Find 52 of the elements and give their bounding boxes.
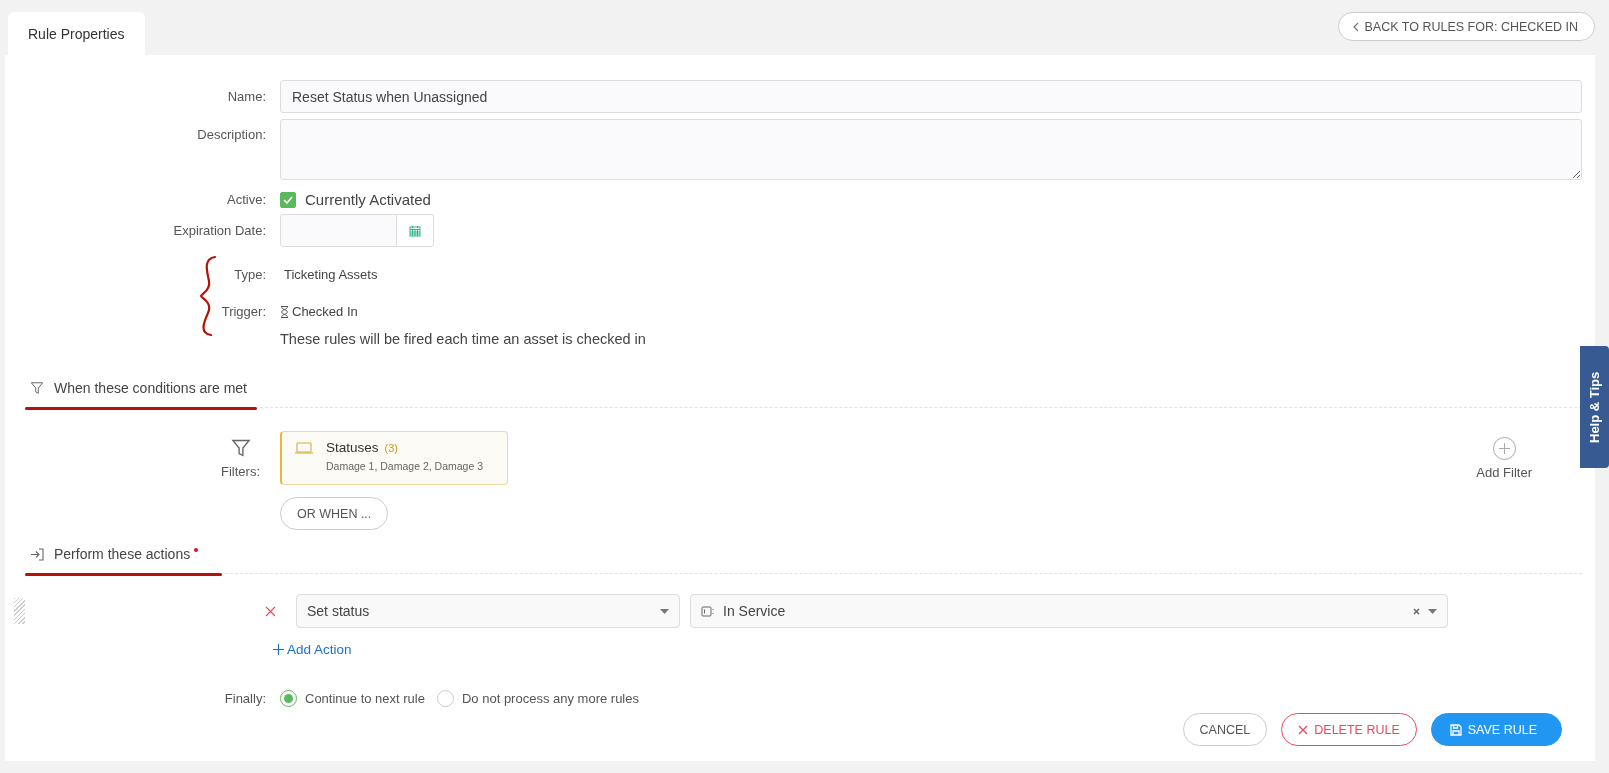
section-title: Perform these actions (54, 546, 191, 562)
chevron-left-icon (1352, 21, 1359, 32)
clear-icon (1413, 607, 1420, 615)
caret-icon (1428, 608, 1437, 614)
checkbox-label: Currently Activated (305, 191, 431, 208)
checkbox[interactable] (280, 191, 296, 208)
hourglass-icon (280, 305, 289, 318)
add-action-link[interactable]: Add Action (273, 642, 352, 657)
funnel-icon (230, 437, 251, 458)
field-label: Finally: (223, 691, 266, 706)
field-label: Expiration Date: (172, 223, 266, 238)
filter-name: Statuses (326, 440, 379, 455)
add-filter-button[interactable]: Add Filter (1476, 436, 1532, 480)
value-select[interactable]: In Service (690, 594, 1448, 628)
caret-icon (660, 608, 669, 614)
field-label: Name: (226, 89, 266, 104)
status-tag-icon (701, 605, 715, 617)
action-select[interactable]: Set status (296, 594, 680, 628)
type-value: Ticketing Assets (283, 267, 379, 282)
field-label: Active: (226, 192, 266, 207)
date-field[interactable] (280, 214, 397, 247)
field-label: Description: (196, 126, 266, 142)
section-title: When these conditions are met (54, 380, 247, 396)
trigger-value: Checked In (292, 304, 358, 319)
calendar-icon (409, 224, 421, 237)
help-tab[interactable]: Help & Tips (1580, 346, 1609, 468)
trigger-description: These rules will be fired each time an asset is checked in (280, 331, 646, 347)
plus-circle-icon (1492, 436, 1516, 460)
checkmark-icon (283, 195, 293, 204)
plus-icon (273, 644, 284, 655)
name-field[interactable]: Reset Status when Unassigned (280, 80, 1582, 113)
cancel-button[interactable]: CANCEL (1182, 713, 1268, 746)
close-icon (1298, 724, 1309, 735)
laptop-icon (294, 440, 314, 456)
field-label: Trigger: (220, 304, 266, 319)
radio-option[interactable]: Do not process any more rules (436, 690, 639, 707)
or-when-button[interactable]: OR WHEN ... (280, 497, 389, 530)
back-button[interactable]: BACK TO RULES FOR: CHECKED IN (1337, 12, 1595, 41)
filter-values: Damage 1, Damage 2, Damage 3 (326, 460, 483, 472)
delete-button[interactable]: DELETE RULE (1281, 713, 1417, 746)
filter-count: (3) (384, 442, 398, 454)
radio-option[interactable]: Continue to next rule (280, 690, 425, 707)
sign-in-icon (30, 547, 44, 561)
calendar-button[interactable] (397, 214, 434, 247)
funnel-icon (30, 381, 44, 395)
filter-card[interactable]: Statuses (3) Damage 1, Damage 2, Damage 3 (280, 431, 508, 485)
field-label: Type: (233, 267, 266, 282)
close-icon (264, 605, 276, 617)
description-field[interactable] (280, 119, 1582, 180)
field-label: Filters: (221, 463, 260, 479)
tab[interactable]: Rule Properties (8, 12, 145, 55)
drag-handle[interactable] (14, 598, 25, 624)
